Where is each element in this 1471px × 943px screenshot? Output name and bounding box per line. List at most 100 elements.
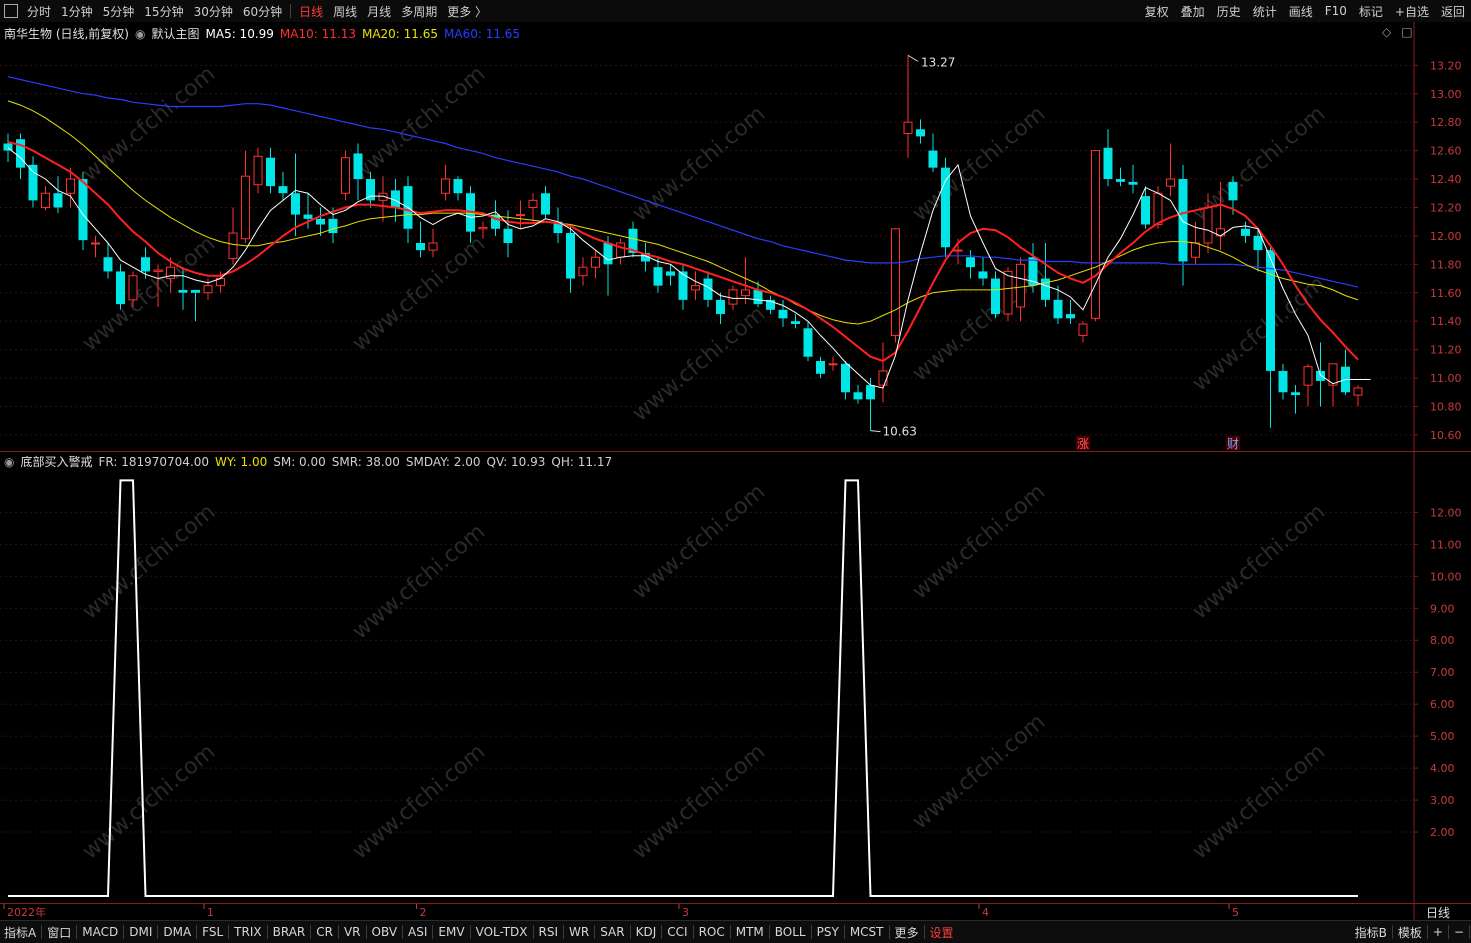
indicator-tab[interactable]: OBV xyxy=(368,925,402,939)
indicator-settings-icon[interactable]: ◉ xyxy=(4,455,14,469)
event-marker[interactable]: 涨 xyxy=(1077,436,1089,451)
indicator-toolbar-right: 指标B 模板 + − xyxy=(1351,921,1471,943)
chart-tool-button[interactable]: 画线 xyxy=(1283,3,1319,20)
indicator-tab[interactable]: KDJ xyxy=(632,925,661,939)
indicator-toolbar-button[interactable]: − xyxy=(1450,925,1468,939)
axis-background xyxy=(0,904,1471,920)
candle-body xyxy=(891,228,900,336)
candle-body xyxy=(728,289,738,305)
candle-body xyxy=(341,157,350,194)
indicator-tab[interactable]: DMI xyxy=(125,925,156,939)
y-tick-label: 11.00 xyxy=(1430,538,1462,551)
chart-tool-button[interactable]: 复权 xyxy=(1139,3,1175,20)
indicator-tab[interactable]: ASI xyxy=(404,925,431,939)
indicator-tab[interactable]: MCST xyxy=(846,925,888,939)
main-price-chart[interactable]: 13.20 13.00 12.80 12.60 12.40 12.20 12.00 11.80… xyxy=(0,22,1471,452)
period-tab[interactable]: 15分钟 xyxy=(139,3,188,20)
candle-body xyxy=(528,199,538,208)
chart-tool-button[interactable]: 叠加 xyxy=(1175,3,1211,20)
indicator-tab[interactable]: 更多 xyxy=(891,924,923,941)
indicator-tab[interactable]: PSY xyxy=(813,925,843,939)
indicator-tab[interactable]: RSI xyxy=(535,925,563,939)
indicator-tab[interactable]: 指标A xyxy=(0,924,40,941)
chart-tool-button[interactable]: 标记 xyxy=(1353,3,1389,20)
candle-body xyxy=(941,167,950,248)
template-settings-icon[interactable]: ◉ xyxy=(135,27,145,41)
diamond-icon[interactable]: ◇ xyxy=(1382,25,1391,39)
indicator-tab[interactable]: CCI xyxy=(663,925,691,939)
ma-value-label: MA10: 11.13 xyxy=(279,26,356,41)
chart-tool-button[interactable]: 统计 xyxy=(1247,3,1283,20)
candle-body xyxy=(653,267,663,286)
candle-body xyxy=(66,178,75,194)
indicator-tab[interactable]: VR xyxy=(340,925,365,939)
indicator-tab[interactable]: 设置 xyxy=(926,924,958,941)
indicator-tab[interactable]: CR xyxy=(312,925,337,939)
indicator-toolbar-button[interactable]: 指标B xyxy=(1351,924,1391,941)
chart-tool-button[interactable]: 返回 xyxy=(1435,3,1471,20)
indicator-chart[interactable]: 12.00 11.00 10.00 9.00 8.00 7.00 6.00 5.00 4.00 3… xyxy=(0,452,1471,904)
indicator-tab[interactable]: WR xyxy=(565,925,593,939)
indicator-tab[interactable]: FSL xyxy=(198,925,227,939)
indicator-header: ◉ 底部买入警戒 FR: 181970704.00 WY: 1.00 SM: 0.00 S… xyxy=(4,453,612,470)
candle-body xyxy=(928,150,938,168)
chart-tool-button[interactable]: +自选 xyxy=(1389,3,1435,20)
indicator-tab[interactable]: MTM xyxy=(732,925,768,939)
y-tick-label: 5.00 xyxy=(1430,730,1455,743)
candle-body xyxy=(691,285,700,291)
candle-body xyxy=(503,228,513,243)
period-tab[interactable]: 5分钟 xyxy=(98,3,140,20)
divider xyxy=(123,925,125,939)
candle-body xyxy=(1103,147,1113,180)
divider xyxy=(432,925,434,939)
indicator-param: WY: 1.00 xyxy=(215,454,268,469)
indicator-toolbar-button[interactable]: + xyxy=(1429,925,1447,939)
indicator-tab[interactable]: TRIX xyxy=(230,925,265,939)
chart-corner-icons: ◇ □ xyxy=(1382,25,1413,39)
period-tab[interactable]: 月线 xyxy=(362,3,396,20)
indicator-tab[interactable]: MACD xyxy=(78,925,122,939)
maximize-icon[interactable]: □ xyxy=(1401,25,1412,39)
indicator-param: FR: 181970704.00 xyxy=(98,454,210,469)
indicator-tab[interactable]: VOL-TDX xyxy=(472,925,532,939)
period-tab[interactable]: 分时 xyxy=(22,3,56,20)
indicator-tab[interactable]: EMV xyxy=(434,925,468,939)
candle-body xyxy=(1166,178,1175,187)
candle-body xyxy=(616,242,625,258)
indicator-tab[interactable]: DMA xyxy=(159,925,195,939)
period-tab[interactable]: 多周期 xyxy=(396,3,442,20)
x-tick-label: 2 xyxy=(420,906,427,919)
template-name[interactable]: 默认主图 xyxy=(151,25,199,42)
candle-body xyxy=(266,157,275,187)
divider xyxy=(810,925,812,939)
period-tab[interactable]: 30分钟 xyxy=(189,3,238,20)
candle-body xyxy=(1203,206,1213,244)
period-tab[interactable]: 60分钟 xyxy=(238,3,287,20)
period-tab[interactable]: 周线 xyxy=(328,3,362,20)
window-icon[interactable] xyxy=(4,4,18,18)
candle-body xyxy=(28,164,38,201)
divider xyxy=(661,925,663,939)
chart-tool-button[interactable]: 历史 xyxy=(1211,3,1247,20)
period-tab[interactable]: 日线 xyxy=(294,3,328,20)
candle-body xyxy=(116,271,125,305)
chart-tool-button[interactable]: F10 xyxy=(1319,4,1353,18)
y-tick-label: 8.00 xyxy=(1430,634,1455,647)
candle-body xyxy=(228,232,238,260)
indicator-name[interactable]: 底部买入警戒 xyxy=(20,453,92,470)
indicator-tab[interactable]: 窗口 xyxy=(43,924,75,941)
indicator-tab[interactable]: BRAR xyxy=(269,925,310,939)
period-tab[interactable]: 1分钟 xyxy=(56,3,98,20)
candle-body xyxy=(1241,228,1250,236)
indicator-tab[interactable]: BOLL xyxy=(771,925,810,939)
candle-body xyxy=(203,285,213,294)
candle-body xyxy=(1141,196,1150,225)
period-tab[interactable]: 更多 〉 xyxy=(442,3,492,20)
indicator-tab[interactable]: ROC xyxy=(695,925,729,939)
event-marker[interactable]: 财 xyxy=(1227,437,1239,451)
indicator-tab[interactable]: SAR xyxy=(596,925,628,939)
y-tick-label: 10.60 xyxy=(1430,429,1462,442)
indicator-toolbar-button[interactable]: 模板 xyxy=(1394,924,1426,941)
date-axis: 2022年 1 2 3 4 5 日线 xyxy=(0,904,1471,920)
candle-body xyxy=(178,289,188,293)
